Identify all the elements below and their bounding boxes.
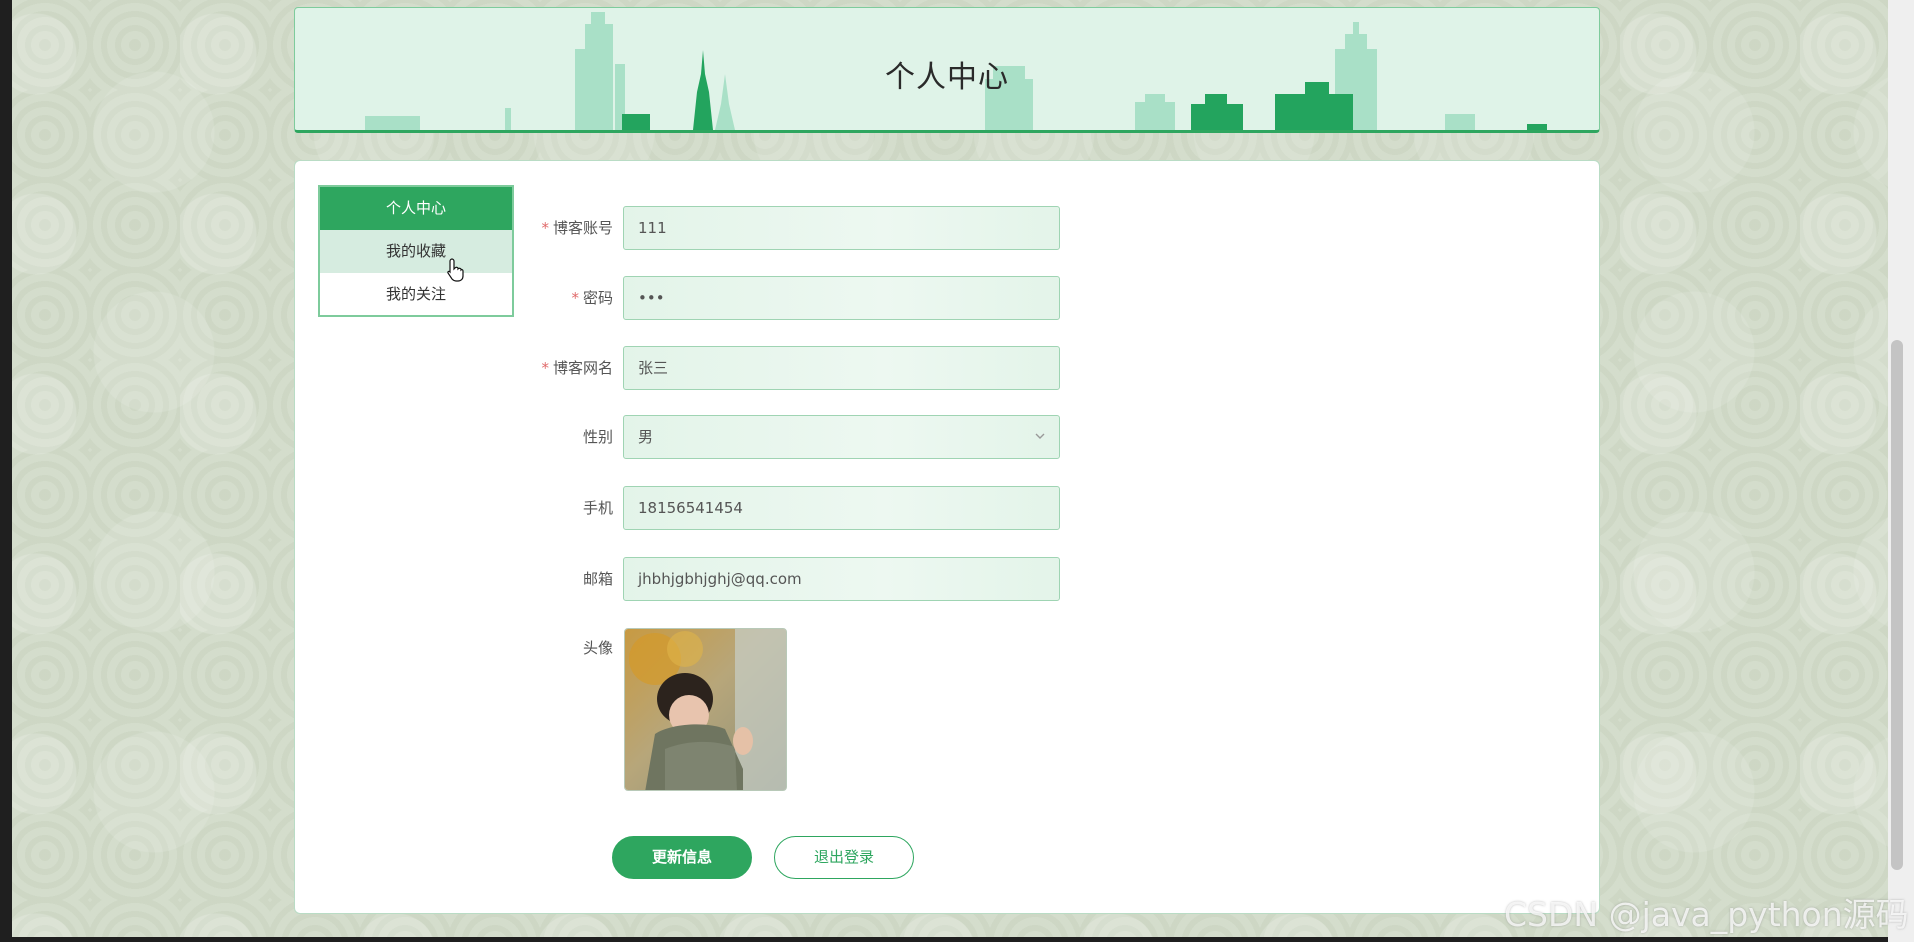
- avatar-photo: [625, 629, 786, 790]
- logout-button[interactable]: 退出登录: [774, 836, 914, 879]
- password-label-text: 密码: [582, 289, 613, 307]
- required-mark: *: [541, 219, 549, 237]
- phone-label: 手机: [582, 499, 613, 517]
- account-label-text: 博客账号: [552, 219, 613, 237]
- page-banner: 个人中心: [294, 7, 1600, 133]
- required-mark: *: [541, 359, 549, 377]
- nickname-label: * 博客网名: [520, 346, 613, 390]
- sidebar-item-favorites[interactable]: 我的收藏: [320, 230, 512, 273]
- window-bottom-edge: [0, 937, 1914, 942]
- gender-label: 性别: [582, 428, 613, 446]
- hand-pointer-icon: [447, 258, 464, 282]
- sidebar-menu: 个人中心 我的收藏 我的关注: [318, 185, 514, 317]
- scrollbar-thumb[interactable]: [1891, 340, 1903, 870]
- email-label: 邮箱: [582, 570, 613, 588]
- account-input[interactable]: 111: [623, 206, 1060, 250]
- nickname-label-text: 博客网名: [552, 359, 613, 377]
- gender-select-value: 男: [638, 428, 654, 446]
- update-info-button[interactable]: 更新信息: [612, 836, 752, 879]
- password-label: * 密码: [520, 276, 613, 320]
- watermark: CSDN @java_python源码: [1504, 895, 1909, 934]
- page-title: 个人中心: [885, 60, 1009, 95]
- required-mark: *: [571, 289, 579, 307]
- avatar-label: 头像: [582, 639, 613, 657]
- chevron-down-icon: [1035, 433, 1045, 439]
- nickname-input[interactable]: 张三: [623, 346, 1060, 390]
- account-label: * 博客账号: [520, 206, 613, 250]
- password-input[interactable]: •••: [623, 276, 1060, 320]
- sidebar-item-profile[interactable]: 个人中心: [320, 187, 512, 230]
- gender-select[interactable]: 男: [623, 415, 1060, 459]
- sidebar-item-following[interactable]: 我的关注: [320, 273, 512, 316]
- email-input[interactable]: jhbhjgbhjghj@qq.com: [623, 557, 1060, 601]
- window-left-edge: [0, 0, 12, 942]
- phone-input[interactable]: 18156541454: [623, 486, 1060, 530]
- avatar-upload[interactable]: [624, 628, 787, 791]
